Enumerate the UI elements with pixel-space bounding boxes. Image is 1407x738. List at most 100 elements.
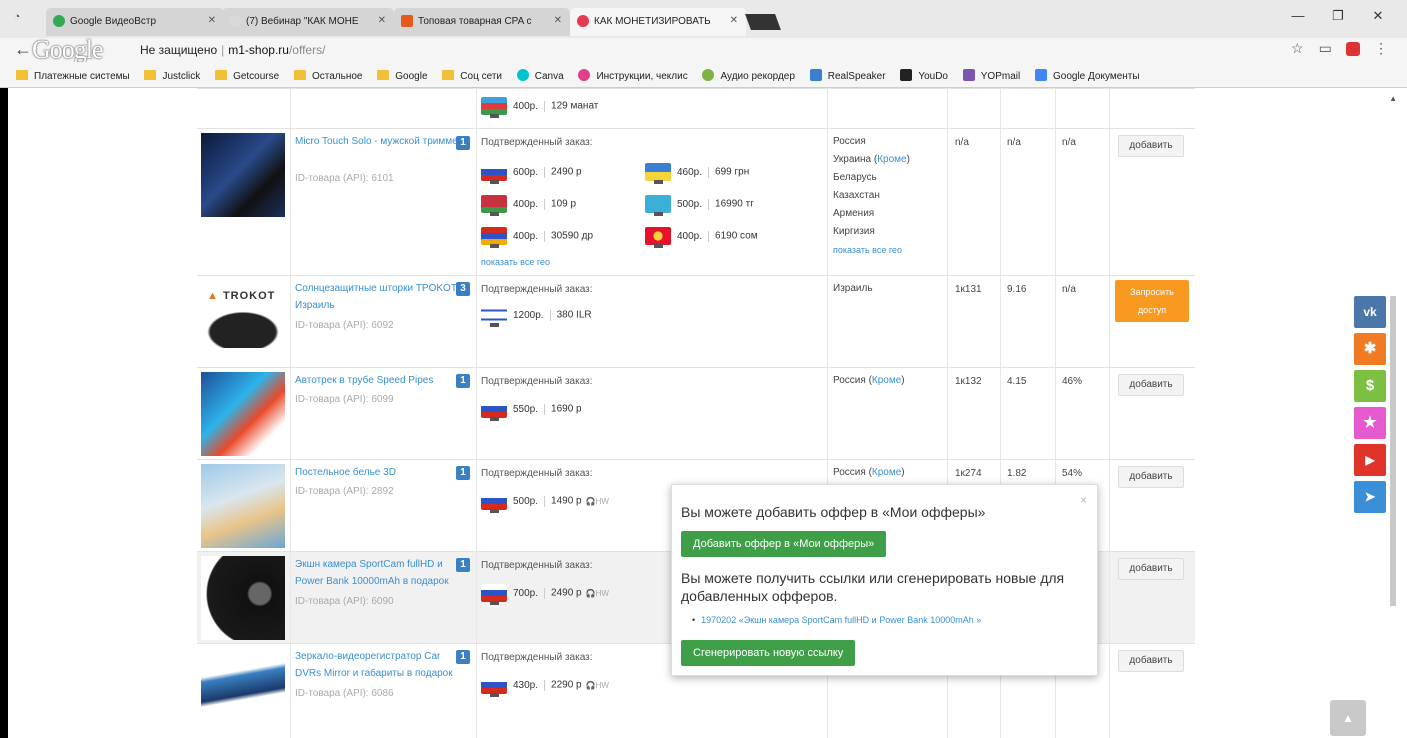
product-id: ID-товара (API): 6101 (295, 173, 394, 184)
new-tab-button[interactable] (745, 14, 781, 30)
flag-il-icon (481, 306, 507, 327)
metric-3: 54% (1062, 468, 1083, 479)
bookmark-audio-recorder[interactable]: Аудио рекордер (702, 69, 795, 82)
minimize-button[interactable]: — (1278, 8, 1318, 23)
tab-cpa[interactable]: Топовая товарная CPA с ✕ (394, 8, 570, 36)
tab-close-icon[interactable]: ✕ (208, 15, 216, 26)
vk-share-button[interactable]: vk (1354, 296, 1386, 328)
bookmark-realspeaker[interactable]: RealSpeaker (809, 69, 886, 82)
price-item: 1200р. 380 ILR (481, 306, 592, 327)
metric-1: 1к131 (955, 284, 982, 295)
add-offer-button[interactable]: добавить (1118, 135, 1184, 157)
add-to-my-offers-button[interactable]: Добавить оффер в «Мои офферы» (681, 531, 887, 557)
metric-3: n/a (1062, 137, 1076, 148)
tab-close-icon[interactable]: ✕ (730, 15, 738, 26)
bookmark-instructions[interactable]: Инструкции, чеклис (578, 69, 688, 82)
extension-icon[interactable] (1341, 40, 1365, 57)
bookmark-google[interactable]: Google (377, 70, 428, 82)
geo-except-link[interactable]: Кроме (877, 154, 906, 165)
product-image[interactable] (201, 556, 285, 640)
product-image[interactable] (201, 464, 285, 548)
add-offer-button[interactable]: добавить (1118, 650, 1184, 672)
price-item: 400р. 129 манат (481, 97, 598, 118)
product-name-link[interactable]: Экшн камера SportCam fullHD и Power Bank… (295, 556, 455, 590)
add-offer-button[interactable]: добавить (1118, 374, 1184, 396)
folder-icon (16, 70, 28, 80)
bookmark-youdo[interactable]: YouDo (900, 69, 948, 82)
tab-close-icon[interactable]: ✕ (554, 15, 562, 26)
scrollbar[interactable] (1390, 296, 1396, 606)
price-item: 600р. 2490 р (481, 163, 582, 184)
tab-webinar[interactable]: (7) Вебинар "КАК МОНЕ ✕ (222, 8, 394, 36)
badge-count: 1 (456, 466, 470, 480)
flag-ru-icon (481, 584, 507, 605)
offer-link[interactable]: 1970202 «Экшн камера SportCam fullHD и P… (692, 615, 981, 625)
badge-count: 1 (456, 136, 470, 150)
geo-show-all-link[interactable]: показать все гео (833, 241, 910, 259)
price-item: 700р. 2490 р 🎧HW (481, 584, 609, 605)
cast-icon[interactable]: ▭ (1313, 40, 1337, 57)
add-offer-popup: × Вы можете добавить оффер в «Мои офферы… (671, 484, 1098, 676)
page-content: ▲ 400р. 129 манат Micro Touch Solo - мужс… (0, 88, 1407, 738)
close-window-button[interactable]: ✕ (1358, 8, 1398, 24)
bookmark-payment-systems[interactable]: Платежные системы (16, 70, 130, 82)
tab-close-icon[interactable]: ✕ (378, 15, 386, 26)
back-arrow-icon[interactable]: ← (14, 39, 32, 59)
scroll-up-icon[interactable]: ▲ (1389, 94, 1397, 103)
geo-list: Израиль (833, 283, 873, 294)
badge-count: 1 (456, 374, 470, 388)
geo-except-link[interactable]: Кроме (872, 467, 901, 478)
star-share-button[interactable]: ★ (1354, 407, 1386, 439)
ok-share-button[interactable]: ✱ (1354, 333, 1386, 365)
product-image[interactable] (201, 372, 285, 456)
product-id: ID-товара (API): 2892 (295, 486, 394, 497)
table-row: Автотрек в трубе Speed Pipes ID-товара (… (197, 367, 1195, 459)
show-all-geo-link[interactable]: показать все гео (481, 257, 550, 267)
metric-2: n/a (1007, 137, 1021, 148)
bookmark-google-docs[interactable]: Google Документы (1035, 69, 1140, 82)
price-item: 430р. 2290 р 🎧HW (481, 676, 609, 697)
recorder-icon (702, 69, 715, 81)
add-offer-button[interactable]: добавить (1118, 558, 1184, 580)
geo-list: Россия Украина (Кроме) Беларусь Казахста… (833, 133, 910, 259)
product-image[interactable] (201, 648, 285, 732)
product-image[interactable] (201, 308, 285, 348)
telegram-share-button[interactable]: ➤ (1354, 481, 1386, 513)
product-id: ID-товара (API): 6090 (295, 596, 394, 607)
metric-2: 4.15 (1007, 376, 1027, 387)
tab-google-meet[interactable]: Google ВидеоВстреч ✕ (46, 8, 224, 36)
maximize-button[interactable]: ❐ (1318, 8, 1358, 24)
bookmark-yopmail[interactable]: YOPmail (962, 69, 1020, 82)
geo-except-link[interactable]: Кроме (872, 375, 901, 386)
product-image[interactable] (201, 133, 285, 217)
price-item: 400р. 109 р (481, 195, 576, 216)
add-offer-button[interactable]: добавить (1118, 466, 1184, 488)
tab-monetize[interactable]: КАК МОНЕТИЗИРОВАТЬ ✕ (570, 8, 746, 36)
bookmark-getcourse[interactable]: Getcourse (215, 70, 279, 82)
product-name-link[interactable]: Зеркало-видеорегистратор Car DVRs Mirror… (295, 648, 455, 682)
url-field[interactable]: Не защищено | m1-shop.ru/offers/ (140, 40, 325, 60)
product-name-link[interactable]: Автотрек в трубе Speed Pipes (295, 372, 471, 389)
youtube-share-button[interactable]: ▶ (1354, 444, 1386, 476)
flag-am-icon (481, 227, 507, 248)
metric-1: 1к274 (955, 468, 982, 479)
flag-az-icon (481, 97, 507, 118)
bookmark-other[interactable]: Остальное (293, 70, 362, 82)
request-access-button[interactable]: Запросить доступ (1115, 280, 1189, 322)
bookmark-canva[interactable]: Canva (516, 69, 564, 82)
product-name-link[interactable]: Солнцезащитные шторки TPOKOT Израиль (295, 280, 471, 314)
popup-description: Вы можете получить ссылки или сгенериров… (681, 570, 1065, 604)
money-share-button[interactable]: $ (1354, 370, 1386, 402)
tab-favicon-icon (577, 15, 589, 27)
generate-link-button[interactable]: Сгенерировать новую ссылку (681, 640, 856, 666)
bookmark-justclick[interactable]: Justclick (144, 70, 200, 82)
menu-icon[interactable]: ⋮ (1369, 40, 1393, 57)
confirmed-label: Подтвержденный заказ: (481, 652, 593, 663)
star-bookmark-icon[interactable]: ☆ (1285, 40, 1309, 57)
flag-ru-icon (481, 400, 507, 421)
product-name-link[interactable]: Micro Touch Solo - мужской триммер (295, 133, 471, 150)
metric-1: n/a (955, 137, 969, 148)
bookmark-social[interactable]: Соц сети (442, 70, 502, 82)
product-name-link[interactable]: Постельное белье 3D (295, 464, 471, 481)
scroll-to-top-button[interactable]: ▲ (1330, 700, 1366, 736)
